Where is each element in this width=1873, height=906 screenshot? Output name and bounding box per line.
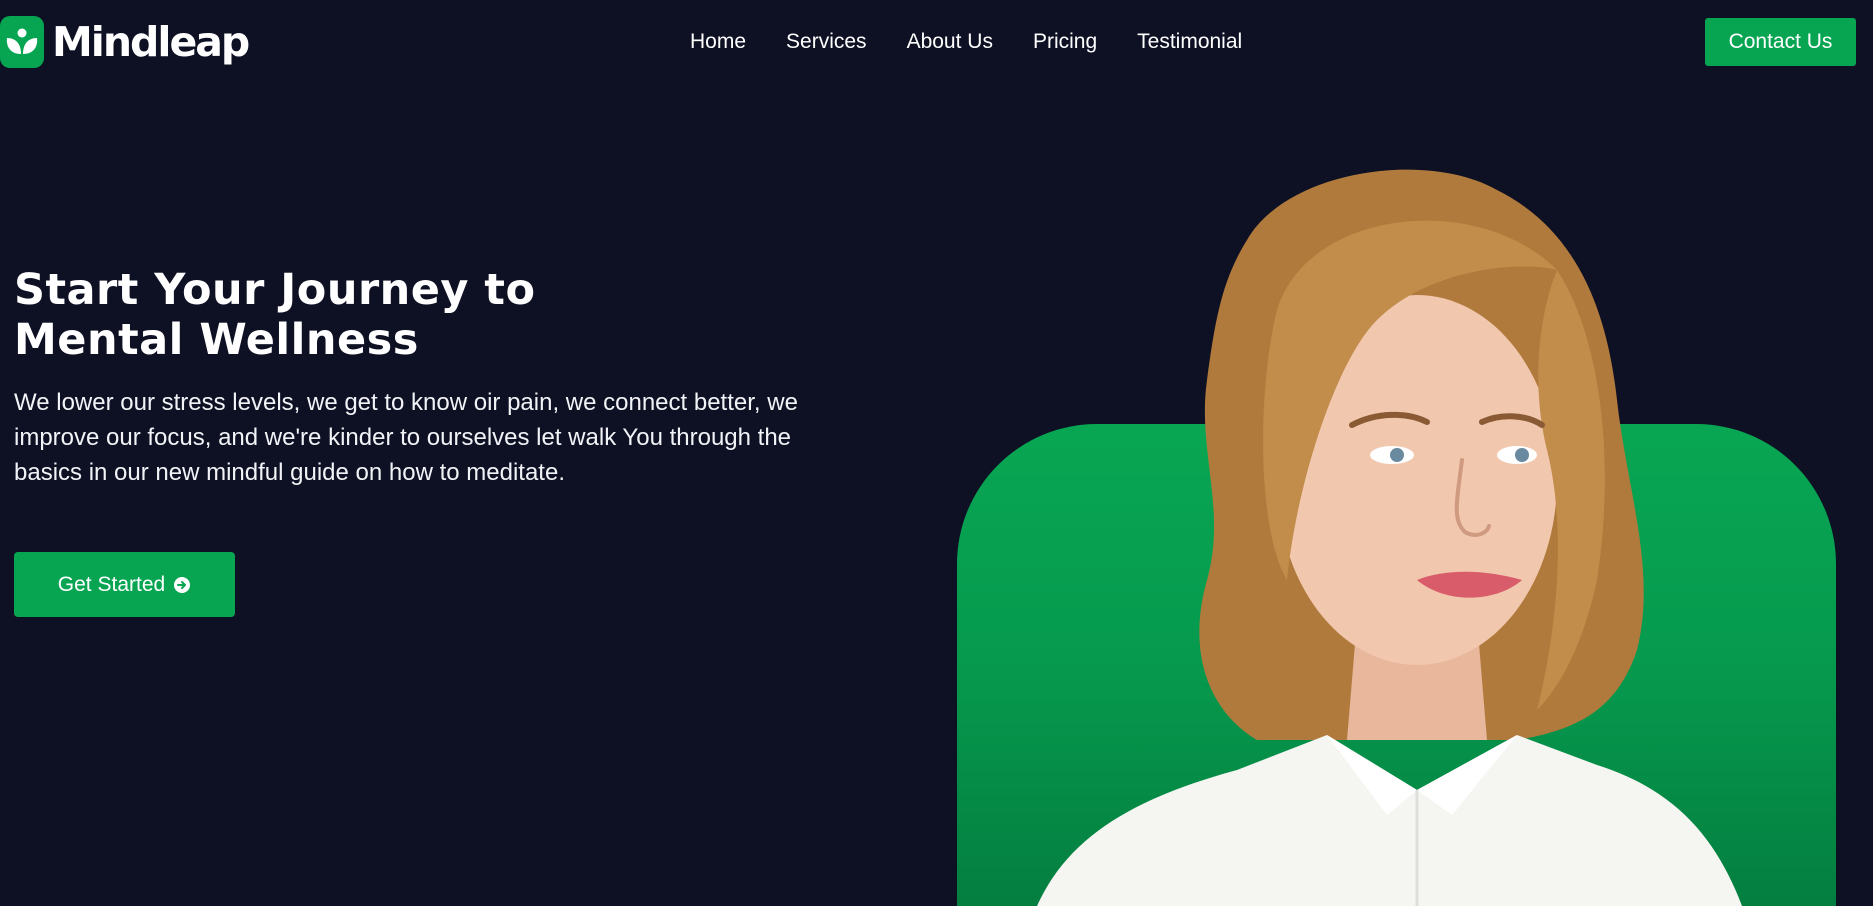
brand-name: Mindleap <box>52 18 250 66</box>
get-started-button[interactable]: Get Started <box>14 552 235 617</box>
nav-services[interactable]: Services <box>786 26 867 58</box>
main-nav: Home Services About Us Pricing Testimoni… <box>690 26 1242 58</box>
nav-testimonial[interactable]: Testimonial <box>1137 26 1242 58</box>
nav-about-us[interactable]: About Us <box>907 26 993 58</box>
nav-home[interactable]: Home <box>690 26 746 58</box>
hero-title-line-1: Start Your Journey to <box>14 265 536 315</box>
hero-description: We lower our stress levels, we get to kn… <box>14 389 798 486</box>
hero-title: Start Your Journey to Mental Wellness <box>14 265 654 365</box>
nav-pricing[interactable]: Pricing <box>1033 26 1097 58</box>
site-header: Mindleap Home Services About Us Pricing … <box>0 0 1873 84</box>
contact-us-button[interactable]: Contact Us <box>1705 18 1856 66</box>
woman-portrait-image <box>1037 169 1742 906</box>
arrow-circle-right-icon <box>173 576 191 594</box>
landing-page: Mindleap Home Services About Us Pricing … <box>0 0 1873 906</box>
leaf-logo-icon <box>0 16 44 68</box>
get-started-label: Get Started <box>57 572 166 596</box>
brand-logo[interactable]: Mindleap <box>0 16 250 68</box>
hero-title-line-2: Mental Wellness <box>14 315 419 365</box>
